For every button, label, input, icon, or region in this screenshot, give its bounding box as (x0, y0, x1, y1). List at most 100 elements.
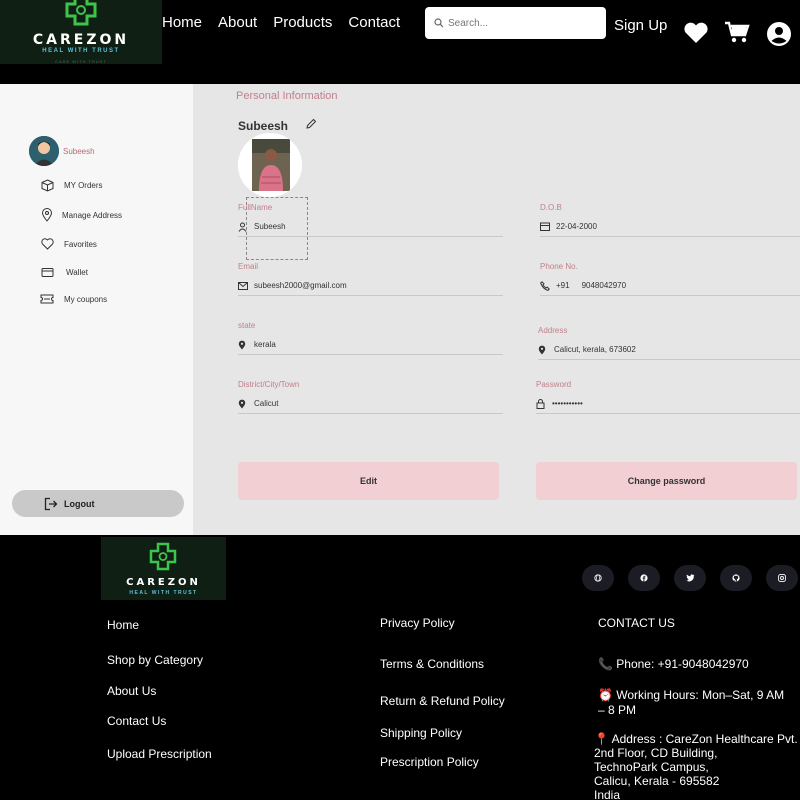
avatar-illustration-icon (29, 136, 59, 166)
edit-button[interactable]: Edit (238, 462, 499, 500)
email-field: Email subeesh2000@gmail.com (238, 262, 503, 296)
heart-icon[interactable] (683, 22, 709, 44)
account-sidebar: Subeesh MY Orders Manage Address Favorit… (0, 84, 193, 535)
social-globe-button[interactable] (582, 565, 614, 591)
footer-link-shipping-policy[interactable]: Shipping Policy (380, 726, 462, 740)
password-input[interactable]: ••••••••••• (536, 394, 800, 414)
fullname-input[interactable]: Subeesh (238, 217, 503, 237)
fullname-field: FullName Subeesh (238, 203, 503, 237)
sidebar-user[interactable]: Subeesh (29, 136, 95, 166)
logo-brand: CAREZON (32, 32, 130, 48)
user-icon (238, 222, 254, 232)
dob-field: D.O.B 22-04-2000 (540, 203, 800, 237)
personal-info-panel: Personal Information Subeesh FullName Su… (193, 84, 800, 535)
sidebar-item-favorites[interactable]: Favorites (40, 237, 97, 251)
logout-icon (44, 497, 58, 510)
footer-logo[interactable]: CAREZON HEAL WITH TRUST (101, 537, 226, 600)
district-label: District/City/Town (238, 380, 300, 389)
dob-input[interactable]: 22-04-2000 (540, 217, 800, 237)
fullname-label: FullName (238, 203, 273, 212)
email-input[interactable]: subeesh2000@gmail.com (238, 276, 503, 296)
sidebar-item-my-orders[interactable]: MY Orders (40, 178, 103, 192)
logo-subtagline: CARE WITH TRUST (55, 59, 107, 64)
logout-label: Logout (64, 498, 95, 509)
sidebar-item-manage-address[interactable]: Manage Address (40, 208, 122, 222)
account-icon[interactable] (766, 21, 792, 47)
signup-link[interactable]: Sign Up (614, 17, 667, 34)
search-bar[interactable] (425, 7, 606, 39)
social-facebook-button[interactable] (628, 565, 660, 591)
change-password-button[interactable]: Change password (536, 462, 797, 500)
calendar-icon (540, 222, 556, 231)
social-instagram-button[interactable] (766, 565, 798, 591)
footer-link-upload-prescription[interactable]: Upload Prescription (107, 747, 212, 761)
pencil-edit-icon[interactable] (305, 118, 317, 130)
email-value: subeesh2000@gmail.com (254, 281, 347, 290)
footer-logo-brand: CAREZON (126, 577, 201, 588)
twitter-icon (685, 574, 694, 582)
footer-address-line: Calicu, Kerala - 695582 (594, 774, 720, 788)
footer-logo-tagline: HEAL WITH TRUST (129, 590, 198, 596)
sidebar-item-label: My coupons (64, 294, 108, 304)
sidebar-item-label: Wallet (66, 267, 88, 277)
logout-button[interactable]: Logout (12, 490, 184, 517)
carezon-logo[interactable]: CAREZON HEAL WITH TRUST CARE WITH TRUST (0, 0, 162, 64)
profile-name: Subeesh (238, 119, 289, 133)
password-label: Password (536, 380, 572, 389)
district-value: Calicut (254, 399, 279, 408)
social-twitter-button[interactable] (674, 565, 706, 591)
phone-country-code: +91 (556, 281, 570, 290)
footer-address-line: TechnoPark Campus, (594, 760, 709, 774)
footer-link-contact-us[interactable]: Contact Us (107, 714, 166, 728)
phone-input[interactable]: +91 9048042970 (540, 276, 800, 296)
nav-links: Home About Products Contact (162, 14, 416, 31)
footer-address-line: 2nd Floor, CD Building, (594, 746, 718, 760)
phone-icon (540, 280, 556, 291)
footer-link-terms-conditions[interactable]: Terms & Conditions (380, 657, 484, 671)
nav-link-home[interactable]: Home (162, 14, 202, 31)
sidebar-item-wallet[interactable]: Wallet (40, 265, 88, 279)
sidebar-user-name: Subeesh (63, 146, 95, 156)
lock-icon (536, 398, 552, 409)
dob-label: D.O.B (540, 203, 562, 212)
address-value: Calicut, kerala, 673602 (554, 345, 636, 354)
email-label: Email (238, 262, 259, 271)
footer-link-prescription-policy[interactable]: Prescription Policy (380, 755, 479, 769)
profile-photo[interactable] (238, 133, 302, 197)
district-field: District/City/Town Calicut (238, 380, 503, 414)
nav-link-products[interactable]: Products (273, 14, 332, 31)
footer-link-home[interactable]: Home (107, 618, 139, 632)
footer-link-return-refund-policy[interactable]: Return & Refund Policy (380, 694, 505, 708)
address-field: Address Calicut, kerala, 673602 (538, 326, 800, 360)
nav-link-about[interactable]: About (218, 14, 257, 31)
location-pin-icon (238, 340, 254, 350)
sidebar-item-my-coupons[interactable]: My coupons (40, 292, 107, 306)
state-input[interactable]: kerala (238, 335, 503, 355)
footer-link-privacy-policy[interactable]: Privacy Policy (380, 616, 455, 630)
footer-link-about-us[interactable]: About Us (107, 684, 156, 698)
wallet-icon (40, 265, 54, 279)
logo-tagline: HEAL WITH TRUST (42, 48, 120, 54)
site-footer: CAREZON HEAL WITH TRUST Home Shop by Cat… (0, 535, 800, 800)
phone-field: Phone No. +91 9048042970 (540, 262, 800, 296)
sidebar-item-label: MY Orders (64, 180, 103, 190)
box-icon (40, 178, 54, 192)
globe-icon (594, 574, 602, 582)
district-input[interactable]: Calicut (238, 394, 503, 414)
location-pin-icon (538, 345, 554, 355)
address-input[interactable]: Calicut, kerala, 673602 (538, 340, 800, 360)
sidebar-item-label: Manage Address (62, 210, 123, 220)
search-icon (434, 18, 444, 28)
address-label: Address (538, 326, 568, 335)
social-github-button[interactable] (720, 565, 752, 591)
instagram-icon (778, 574, 786, 582)
footer-contact-phone[interactable]: 📞 Phone: +91-9048042970 (598, 657, 749, 671)
section-title: Personal Information (236, 90, 338, 102)
avatar (29, 136, 59, 166)
github-icon (732, 574, 740, 582)
search-input[interactable] (448, 17, 598, 29)
footer-contact-hours-line2: – 8 PM (598, 703, 637, 717)
cart-icon[interactable] (724, 21, 751, 45)
nav-link-contact[interactable]: Contact (348, 14, 400, 31)
footer-link-shop-by-category[interactable]: Shop by Category (107, 653, 203, 667)
